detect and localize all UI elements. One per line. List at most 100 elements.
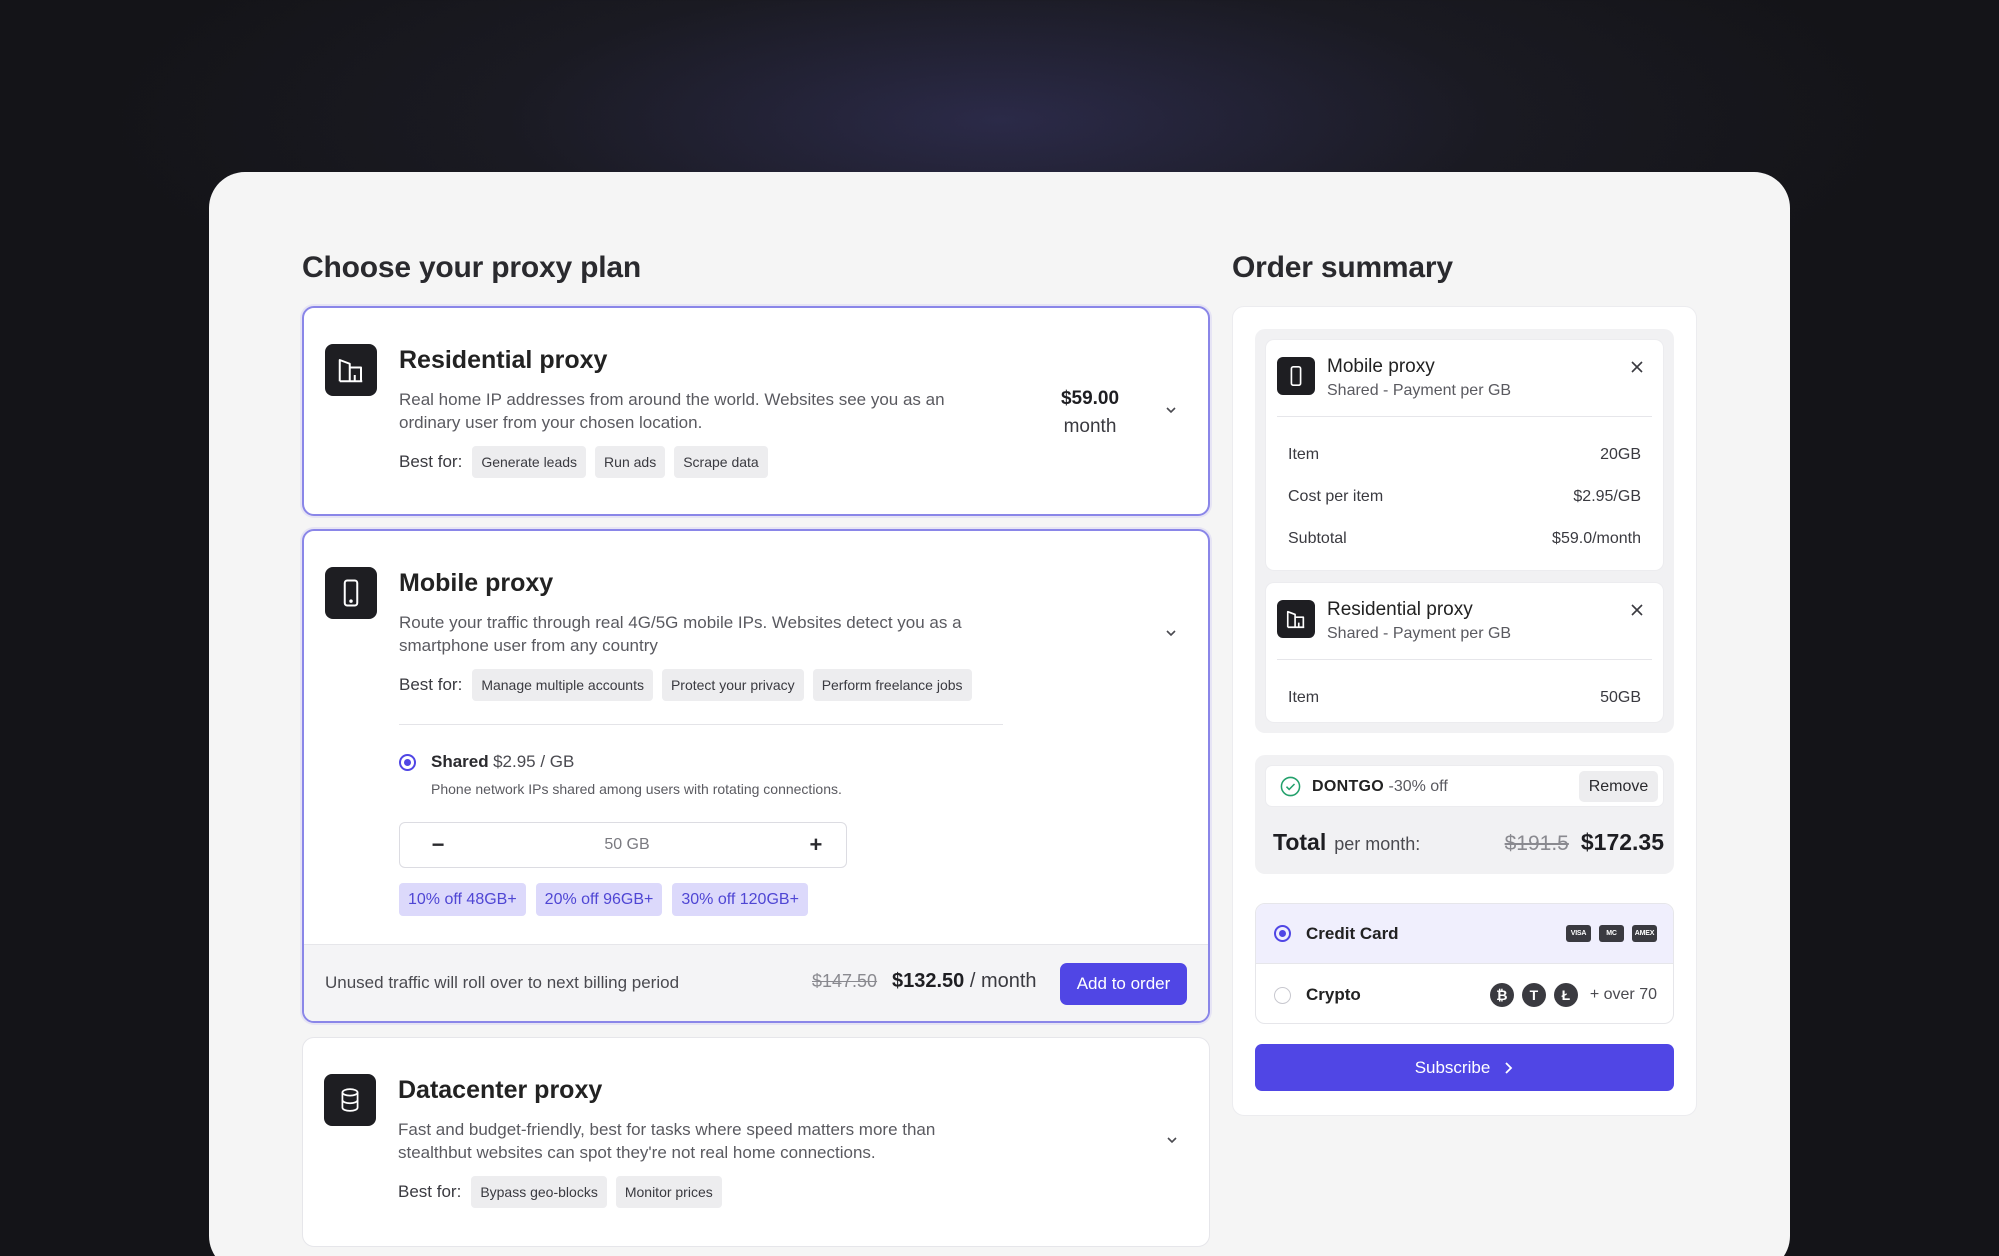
residential-description: Real home IP addresses from around the w… [399,390,945,432]
increment-button[interactable]: + [806,832,826,858]
check-circle-icon [1280,776,1301,797]
new-price: $132.50 / month [892,970,1037,993]
bitcoin-icon: ₿ [1489,983,1514,1007]
tag: Bypass geo-blocks [471,1176,607,1208]
option-name: Shared [431,752,489,771]
old-price: $147.50 [812,971,878,991]
total-new-price: $172.35 [1580,829,1664,855]
rollover-note: Unused traffic will roll over to next bi… [325,973,680,992]
promo-code-box: DONTGO -30% off Remove [1265,765,1664,807]
decrement-button[interactable]: − [428,832,448,858]
mobile-title: Mobile proxy [399,569,554,597]
total-row: Total per month: $191.5 $172.35 [1273,829,1664,856]
tag: Perform freelance jobs [812,669,972,701]
best-for-label: Best for: [399,452,463,471]
shared-option-label: Shared $2.95 / GB [431,752,574,772]
item-row: Subtotal $59.0/month [1288,530,1641,548]
tag: Scrape data [674,446,768,478]
option-note: Phone network IPs shared among users wit… [431,781,842,797]
subscribe-label: Subscribe [1414,1057,1491,1077]
shared-radio[interactable] [399,753,416,771]
close-icon[interactable] [1629,602,1645,618]
building-icon [325,344,377,396]
tag: Run ads [595,446,666,478]
discount-badge: 30% off 120GB+ [672,883,808,916]
row-value: $59.0/month [1552,530,1641,547]
promo-code-value: DONTGO [1312,778,1385,795]
item-title: Residential proxy [1327,599,1473,620]
promo-discount: -30% off [1388,778,1448,795]
datacenter-title: Datacenter proxy [398,1076,603,1104]
shared-option[interactable]: Shared $2.95 / GB [399,752,574,772]
payment-credit-card[interactable]: Credit Card VISA MC AMEX [1256,904,1673,964]
chevron-down-icon[interactable] [1163,1131,1181,1149]
row-value: 50GB [1600,689,1641,706]
chevron-down-icon[interactable] [1162,401,1180,419]
best-for-label: Best for: [398,1182,462,1201]
price-amount: $59.00 [1060,388,1120,409]
mobile-plan-footer: Unused traffic will roll over to next bi… [304,944,1208,1021]
discount-badge: 20% off 96GB+ [535,883,663,916]
datacenter-description: Fast and budget-friendly, best for tasks… [398,1120,936,1162]
residential-best-for: Best for: Generate leads Run ads Scrape … [399,446,768,478]
crypto-more: + over 70 [1589,986,1657,1003]
order-item-mobile: Mobile proxy Shared - Payment per GB Ite… [1265,339,1664,571]
chevron-down-icon[interactable] [1162,624,1180,642]
litecoin-icon: Ł [1553,983,1578,1007]
item-title: Mobile proxy [1327,356,1435,377]
price-per: / month [969,970,1037,992]
order-summary-title: Order summary [1232,251,1453,284]
crypto-coins: ₿ T Ł + over 70 [1489,983,1657,1007]
smartphone-icon [325,567,377,619]
card-brands: VISA MC AMEX [1566,925,1657,942]
row-label: Item [1288,446,1320,463]
residential-plan-card[interactable]: Residential proxy Real home IP addresses… [302,306,1210,516]
datacenter-plan-card[interactable]: Datacenter proxy Fast and budget-friendl… [302,1037,1210,1247]
smartphone-icon [1277,357,1315,395]
crypto-radio[interactable] [1274,986,1291,1004]
mobile-description: Route your traffic through real 4G/5G mo… [399,613,962,655]
building-icon [1277,600,1315,638]
item-row: Item 50GB [1288,689,1641,707]
mastercard-icon: MC [1599,925,1624,942]
total-per: per month: [1334,834,1421,854]
payment-methods: Credit Card VISA MC AMEX Crypto ₿ T Ł + … [1255,903,1674,1024]
quantity-stepper: − 50 GB + [399,822,847,868]
remove-promo-button[interactable]: Remove [1579,771,1658,802]
order-items: Mobile proxy Shared - Payment per GB Ite… [1255,329,1674,733]
item-subtitle: Shared - Payment per GB [1327,382,1512,399]
tag: Protect your privacy [661,669,804,701]
item-subtitle: Shared - Payment per GB [1327,625,1512,642]
option-price: $2.95 / GB [493,752,575,771]
row-label: Item [1288,689,1320,706]
divider [399,724,1003,725]
tag: Monitor prices [615,1176,722,1208]
amex-icon: AMEX [1632,925,1657,942]
item-row: Cost per item $2.95/GB [1288,488,1641,506]
credit-card-radio[interactable] [1274,925,1291,942]
plans-column: Choose your proxy plan Residential proxy… [302,247,1210,1247]
order-item-residential: Residential proxy Shared - Payment per G… [1265,582,1664,723]
total-label: Total [1273,829,1327,855]
new-price-amount: $132.50 [892,970,965,992]
item-row: Item 20GB [1288,446,1641,464]
mobile-best-for: Best for: Manage multiple accounts Prote… [399,669,972,701]
price-unit: month [1063,416,1117,437]
subscribe-button[interactable]: Subscribe [1255,1044,1674,1091]
divider [1277,659,1652,660]
plans-title: Choose your proxy plan [302,251,641,284]
add-to-order-button[interactable]: Add to order [1060,963,1187,1005]
payment-crypto[interactable]: Crypto ₿ T Ł + over 70 [1256,965,1673,1023]
total-old-price: $191.5 [1504,832,1569,855]
row-value: $2.95/GB [1573,488,1641,505]
quantity-value[interactable]: 50 GB [604,836,649,854]
close-icon[interactable] [1629,359,1645,375]
discount-badge: 10% off 48GB+ [399,883,526,916]
visa-icon: VISA [1566,925,1591,942]
database-icon [324,1074,376,1126]
chevron-right-icon [1505,1061,1513,1074]
mobile-plan-card[interactable]: Mobile proxy Route your traffic through … [302,529,1210,1023]
promo-code: DONTGO -30% off [1312,778,1448,796]
row-label: Subtotal [1288,530,1347,547]
tag: Manage multiple accounts [472,669,653,701]
